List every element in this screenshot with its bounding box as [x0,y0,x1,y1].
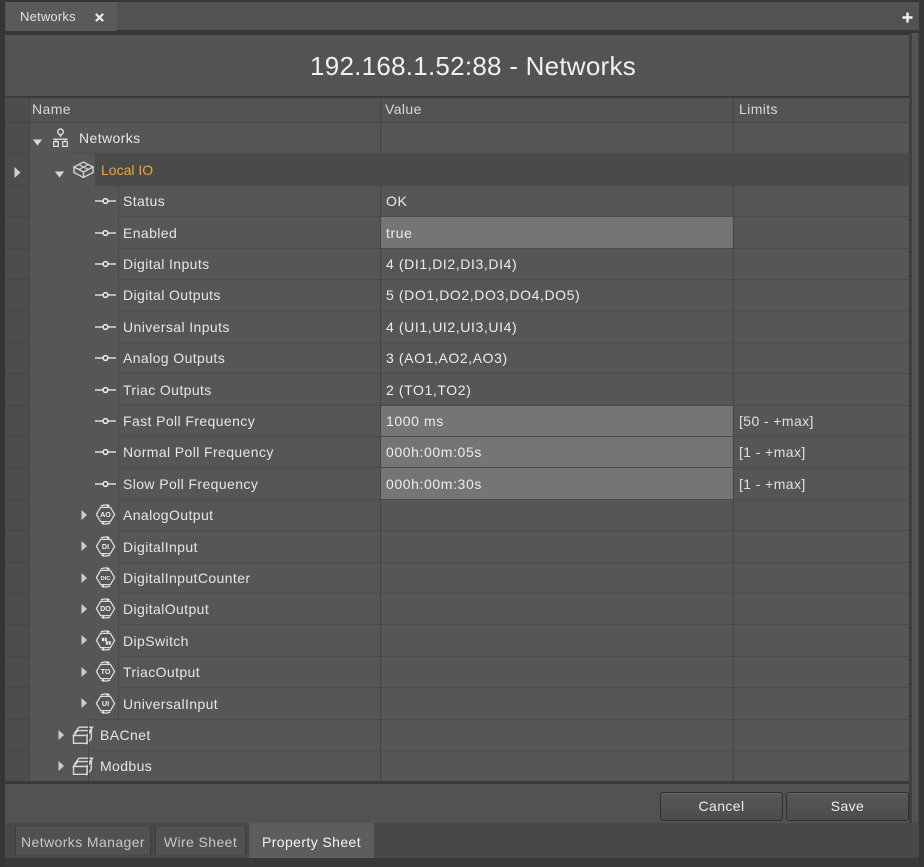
svg-text:AO: AO [100,510,111,519]
svg-text:DO: DO [100,604,111,613]
svg-text:TO: TO [101,667,111,676]
svg-text:DIC: DIC [101,576,112,582]
svg-text:DI: DI [102,542,109,551]
svg-text:UI: UI [102,699,109,708]
